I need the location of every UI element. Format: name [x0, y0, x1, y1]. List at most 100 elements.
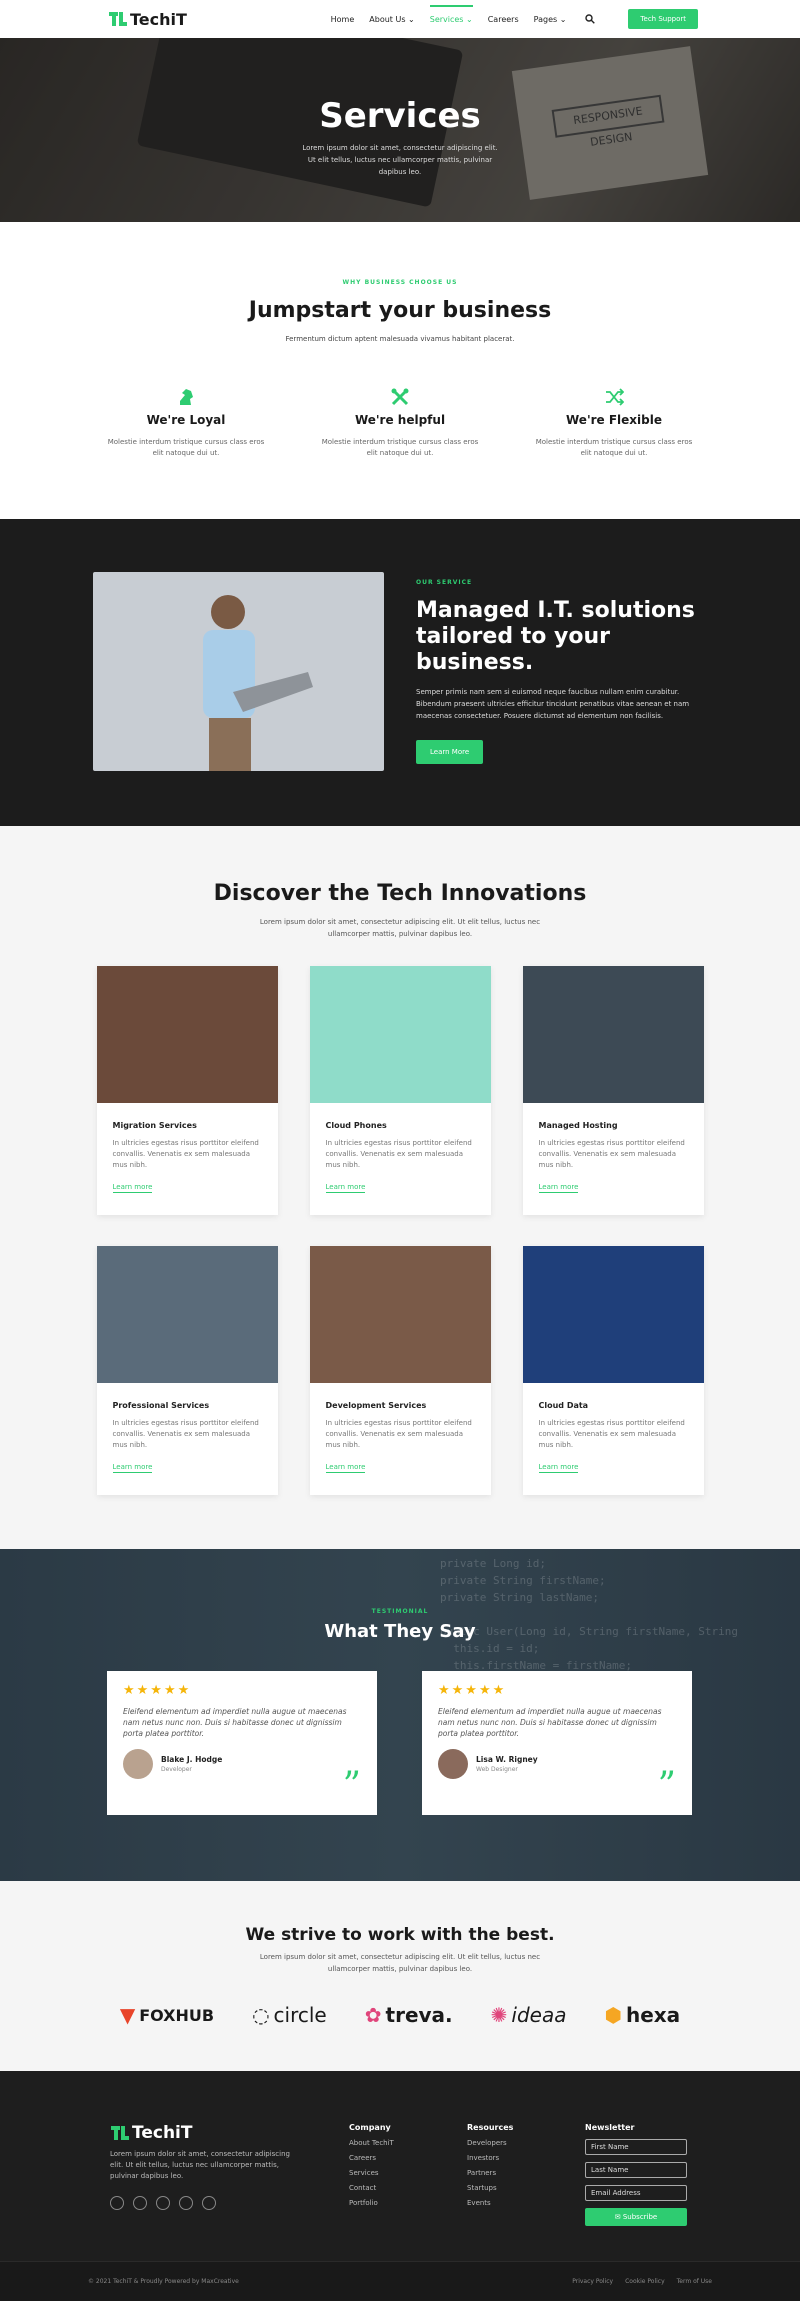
youtube-icon[interactable] [156, 2196, 170, 2210]
footer-link[interactable]: Developers [467, 2139, 513, 2147]
footer-newsletter: Newsletter First Name Last Name Email Ad… [585, 2123, 687, 2226]
service-card[interactable]: Managed Hosting In ultricies egestas risu… [522, 966, 704, 1215]
tools-icon [320, 387, 480, 409]
service-card[interactable]: Cloud Data In ultricies egestas risus por… [522, 1246, 704, 1495]
service-text: OUR SERVICE Managed I.T. solutions tailo… [416, 579, 706, 764]
search-icon[interactable] [585, 14, 596, 24]
feature-title: We're Loyal [146, 413, 226, 427]
learn-more-link[interactable]: Learn more [112, 1183, 153, 1193]
learn-more-button[interactable]: Learn More [416, 740, 484, 764]
last-name-field[interactable]: Last Name [585, 2162, 687, 2178]
learn-more-link[interactable]: Learn more [538, 1183, 579, 1193]
cookie-policy-link[interactable]: Cookie Policy [625, 2278, 665, 2285]
why-section: WHY BUSINESS CHOOSE US Jumpstart your bu… [0, 222, 800, 519]
service-card[interactable]: Professional Services In ultricies egesta… [96, 1246, 278, 1495]
chevron-down-icon: ⌄ [408, 14, 415, 24]
testimonial-author: Blake J. Hodge Developer [123, 1749, 361, 1779]
service-card[interactable]: Migration Services In ultricies egestas r… [96, 966, 278, 1215]
subscribe-button[interactable]: ✉ Subscribe [585, 2208, 687, 2226]
why-title: Jumpstart your business [248, 298, 552, 323]
testimonial-card: ★★★★★ Eleifend elementum ad imperdiet nu… [107, 1671, 377, 1815]
lightbulb-icon: ✺ [490, 2003, 508, 2027]
footer-link[interactable]: Careers [349, 2154, 394, 2162]
partner-logo-text: treva. [385, 2003, 453, 2027]
card-title: Managed Hosting [538, 1121, 618, 1130]
footer-link[interactable]: Services [349, 2169, 394, 2177]
feature-title: We're helpful [354, 413, 446, 427]
shuffle-icon [534, 387, 694, 409]
testimonial-author: Lisa W. Rigney Web Designer [438, 1749, 676, 1779]
terms-link[interactable]: Term of Use [677, 2278, 712, 2285]
quote-icon: ” [342, 1765, 361, 1806]
site-logo[interactable]: TechiT [108, 10, 187, 29]
star-rating: ★★★★★ [438, 1683, 507, 1698]
email-field[interactable]: Email Address [585, 2185, 687, 2201]
service-card[interactable]: Cloud Phones In ultricies egestas risus p… [309, 966, 491, 1215]
card-image [309, 966, 491, 1103]
hero-banner: RESPONSIVE DESIGN Services Lorem ipsum d… [0, 38, 800, 222]
footer-about-text: Lorem ipsum dolor sit amet, consectetur … [110, 2150, 290, 2180]
footer-logo[interactable]: TechiT [110, 2123, 300, 2143]
facebook-icon[interactable] [110, 2196, 124, 2210]
partner-logo-circle: ◌ circle [252, 2003, 327, 2027]
nav-about[interactable]: About Us ⌄ [369, 15, 414, 24]
legal-links: Privacy Policy Cookie Policy Term of Use [572, 2278, 712, 2285]
partners-section: We strive to work with the best. Lorem i… [0, 1881, 800, 2071]
avatar [123, 1749, 153, 1779]
page-title: Services [319, 96, 481, 136]
first-name-field[interactable]: First Name [585, 2139, 687, 2155]
partner-logo-text: hexa [625, 2003, 681, 2027]
nav-pages[interactable]: Pages ⌄ [534, 15, 567, 24]
partner-logos: ▼ FOXHUB ◌ circle ✿ treva. ✺ ideaa ⬢ hexa [0, 2003, 800, 2027]
footer-link[interactable]: Contact [349, 2184, 394, 2192]
twitter-icon[interactable] [133, 2196, 147, 2210]
nav-services-label: Services [429, 14, 464, 24]
instagram-icon[interactable] [202, 2196, 216, 2210]
footer-link[interactable]: Startups [467, 2184, 513, 2192]
footer-link[interactable]: Partners [467, 2169, 513, 2177]
linkedin-icon[interactable] [179, 2196, 193, 2210]
testimonial-quote: Eleifend elementum ad imperdiet nulla au… [123, 1707, 347, 1738]
card-text: In ultricies egestas risus porttitor ele… [112, 1139, 259, 1169]
footer-link[interactable]: Portfolio [349, 2199, 394, 2207]
star-rating: ★★★★★ [123, 1683, 192, 1698]
nav-services[interactable]: Services ⌄ [429, 4, 473, 24]
learn-more-link[interactable]: Learn more [325, 1183, 366, 1193]
testimonial-quote: Eleifend elementum ad imperdiet nulla au… [438, 1707, 662, 1738]
partner-logo-text: circle [273, 2003, 327, 2027]
feature-text: Molestie interdum tristique cursus class… [535, 438, 693, 457]
quote-icon: ” [657, 1765, 676, 1806]
privacy-policy-link[interactable]: Privacy Policy [572, 2278, 613, 2285]
card-title: Development Services [325, 1401, 427, 1410]
card-text: In ultricies egestas risus porttitor ele… [112, 1419, 259, 1449]
nav-pages-label: Pages [533, 14, 558, 24]
learn-more-link[interactable]: Learn more [538, 1463, 579, 1473]
nav-home[interactable]: Home [331, 15, 355, 24]
tech-support-button[interactable]: Tech Support [628, 9, 698, 29]
innovations-grid: Migration Services In ultricies egestas r… [0, 966, 800, 1495]
card-title: Migration Services [112, 1121, 197, 1130]
author-name: Lisa W. Rigney [476, 1755, 538, 1764]
footer-link[interactable]: Investors [467, 2154, 513, 2162]
feature-title: We're Flexible [566, 413, 662, 427]
card-image [309, 1246, 491, 1383]
feature-text: Molestie interdum tristique cursus class… [107, 438, 265, 457]
footer-link[interactable]: Events [467, 2199, 513, 2207]
card-image [522, 966, 704, 1103]
footer-link[interactable]: About TechiT [349, 2139, 394, 2147]
hexagon-icon: ⬢ [604, 2003, 622, 2027]
why-eyebrow: WHY BUSINESS CHOOSE US [342, 279, 458, 286]
partner-logo-hexa: ⬢ hexa [604, 2003, 680, 2027]
card-title: Cloud Phones [325, 1121, 387, 1130]
logo-mark-icon [109, 12, 127, 26]
nav-careers[interactable]: Careers [488, 15, 519, 24]
learn-more-link[interactable]: Learn more [112, 1463, 153, 1473]
footer-heading: Company [349, 2123, 391, 2132]
social-links [110, 2196, 300, 2210]
testimonials-title: What They Say [324, 1621, 476, 1642]
features-list: We're Loyal Molestie interdum tristique … [0, 387, 800, 459]
service-card[interactable]: Development Services In ultricies egestas… [309, 1246, 491, 1495]
hero-text: Lorem ipsum dolor sit amet, consectetur … [302, 144, 498, 176]
learn-more-link[interactable]: Learn more [325, 1463, 366, 1473]
main-nav: Home About Us ⌄ Services ⌄ Careers Pages… [331, 4, 698, 29]
